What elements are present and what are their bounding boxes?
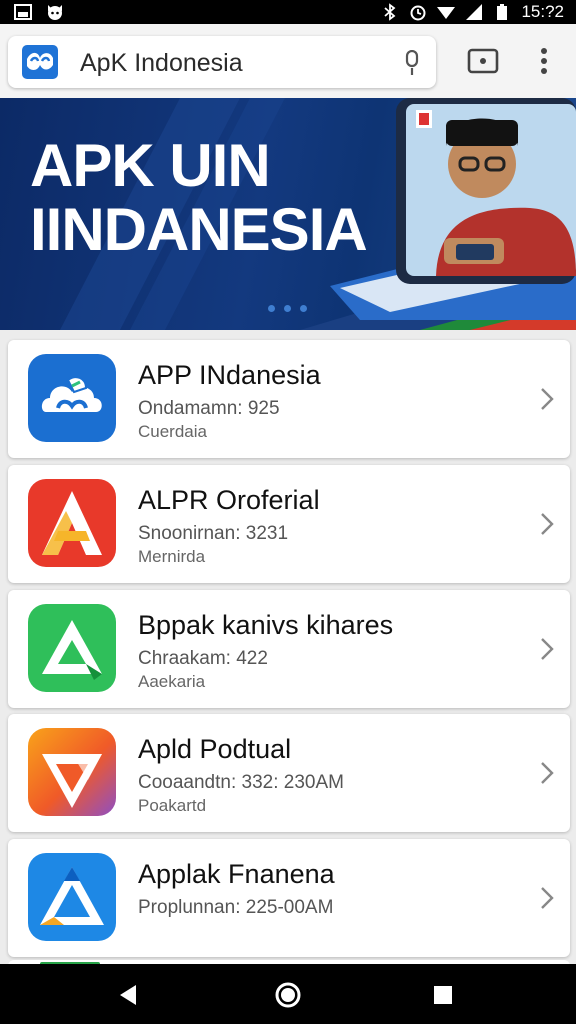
chevron-right-icon	[541, 638, 554, 660]
triangle-app-icon	[28, 604, 116, 692]
app-card[interactable]: Applak Fnanena Proplunnan: 225-00AM	[8, 839, 570, 957]
app-subtitle: Cooaandtn: 332: 230AM	[138, 772, 344, 793]
app-meta: Aaekaria	[138, 672, 206, 691]
chevron-right-icon	[541, 388, 554, 410]
banner-title: APK UIN IINDANESIA	[30, 132, 368, 263]
pager-dot[interactable]	[300, 305, 307, 312]
delta-app-icon	[28, 853, 116, 941]
search-text: ApK Indonesia	[80, 49, 243, 77]
app-card[interactable]: Bppak kanivs kihares Chraakam: 422 Aaeka…	[8, 590, 570, 708]
chevron-right-icon	[541, 762, 554, 784]
app-card[interactable]: Apld Podtual Cooaandtn: 332: 230AM Poaka…	[8, 714, 570, 832]
app-card[interactable]: APP INdanesia Ondamamn: 925 Cuerdaia	[8, 340, 570, 458]
promo-banner[interactable]: APK UIN IINDANESIA	[0, 98, 576, 330]
mic-icon[interactable]	[402, 50, 422, 76]
letter-a-app-icon	[28, 479, 116, 567]
app-subtitle: Snoonirnan: 3231	[138, 523, 289, 544]
app-subtitle: Ondamamn: 925	[138, 398, 280, 419]
chevron-right-icon	[541, 513, 554, 535]
app-meta: Poakartd	[138, 796, 207, 815]
app-subtitle: Proplunnan: 225-00AM	[138, 897, 334, 918]
tab-switcher-icon[interactable]	[466, 46, 500, 76]
alarm-icon	[410, 5, 426, 21]
app-subtitle: Chraakam: 422	[138, 648, 268, 669]
pager-dot[interactable]	[268, 305, 275, 312]
cat-icon	[48, 5, 62, 20]
app-card[interactable]: ALPR Oroferial Snoonirnan: 3231 Mernirda	[8, 465, 570, 583]
app-title: ALPR Oroferial	[138, 485, 320, 515]
signal-icon	[466, 4, 483, 20]
status-time: 15:?2	[521, 2, 564, 21]
app-list: APP INdanesia Ondamamn: 925 Cuerdaia ALP…	[0, 330, 576, 964]
banner-title-line1: APK UIN	[30, 132, 271, 199]
app-title: APP INdanesia	[138, 360, 321, 390]
gallery-icon	[14, 4, 32, 20]
back-icon[interactable]	[114, 980, 144, 1010]
overflow-menu-icon[interactable]	[532, 44, 556, 78]
app-title: Apld Podtual	[138, 734, 292, 764]
phone-illustration	[330, 98, 576, 320]
app-logo-icon	[22, 45, 58, 79]
home-icon[interactable]	[273, 980, 303, 1010]
recents-icon[interactable]	[428, 980, 458, 1010]
app-meta: Cuerdaia	[138, 422, 207, 441]
wifi-icon	[437, 7, 456, 19]
shield-app-icon	[28, 728, 116, 816]
navigation-bar	[0, 964, 576, 1024]
pager-dot[interactable]	[284, 305, 291, 312]
app-meta: Mernirda	[138, 547, 206, 566]
banner-pager	[268, 305, 307, 312]
search-box[interactable]: ApK Indonesia	[8, 36, 436, 88]
status-bar: 15:?2	[0, 0, 576, 24]
banner-title-line2: IINDANESIA	[30, 196, 368, 263]
bluetooth-icon	[384, 3, 396, 21]
app-title: Bppak kanivs kihares	[138, 610, 394, 640]
app-title: Applak Fnanena	[138, 859, 335, 889]
cloud-app-icon	[28, 354, 116, 442]
chevron-right-icon	[541, 887, 554, 909]
battery-icon	[497, 4, 508, 20]
app-bar: ApK Indonesia	[0, 24, 576, 98]
